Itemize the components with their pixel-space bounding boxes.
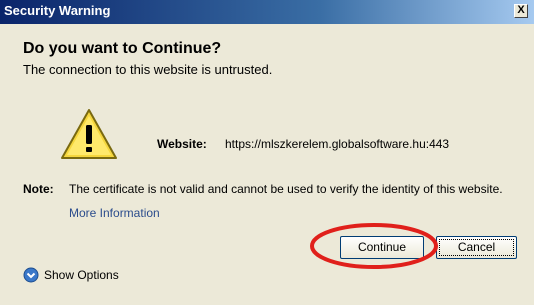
note-text: The certificate is not valid and cannot …: [69, 182, 503, 196]
more-information-link[interactable]: More Information: [69, 206, 160, 220]
security-warning-dialog: Security Warning X Do you want to Contin…: [0, 0, 534, 305]
title-bar: Security Warning X: [0, 0, 534, 24]
website-label: Website:: [157, 137, 207, 151]
show-options-label: Show Options: [44, 268, 119, 282]
red-highlight-circle: [310, 223, 438, 269]
note-label: Note:: [23, 182, 54, 196]
close-button[interactable]: X: [514, 4, 528, 18]
window-title: Security Warning: [4, 3, 111, 18]
cancel-button[interactable]: Cancel: [436, 236, 517, 259]
website-url: https://mlszkerelem.globalsoftware.hu:44…: [225, 137, 450, 151]
warning-triangle-icon: [61, 109, 117, 159]
dialog-heading: Do you want to Continue?: [23, 40, 222, 57]
dialog-subheading: The connection to this website is untrus…: [23, 62, 273, 77]
chevron-down-icon: [23, 267, 39, 283]
